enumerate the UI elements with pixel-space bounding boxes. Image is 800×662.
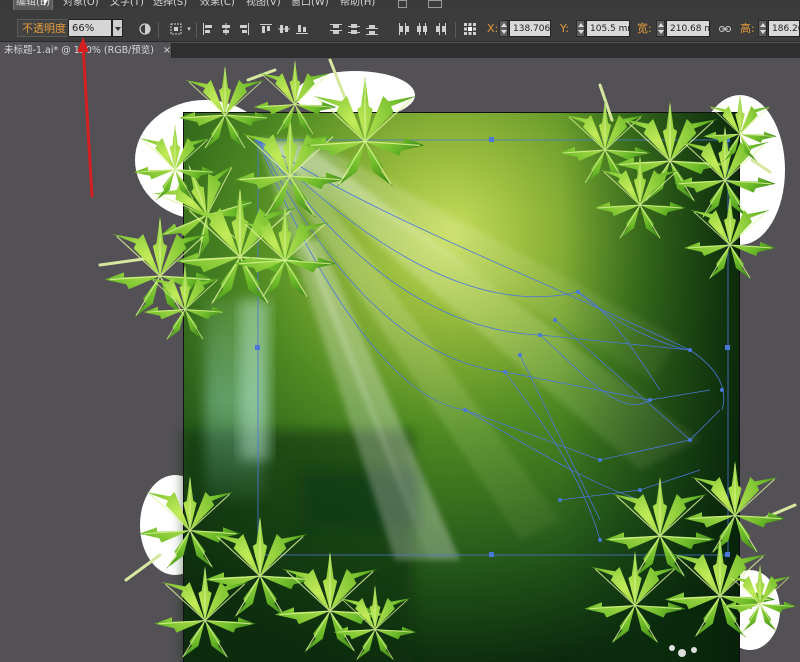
menu-window[interactable]: 窗口(W) [291,0,329,10]
width-spinner[interactable] [656,20,665,37]
opacity-dropdown-button[interactable] [112,19,123,37]
mouse-cursor-icon [44,0,49,6]
height-input[interactable]: 186.20 [768,20,800,37]
artboard-canvas[interactable] [0,58,800,662]
menu-help[interactable]: 帮助(H) [340,0,375,10]
menu-select[interactable]: 选择(S) [153,0,187,10]
arrange-documents-icon[interactable] [428,0,442,8]
document-tab-bar: 未标题-1.ai* @ 150% (RGB/预览) × [0,43,800,58]
align-menu-chevron-icon[interactable]: ▾ [186,23,192,35]
vertical-distribute-bottom-icon[interactable] [366,23,378,35]
height-label: 高: [740,22,755,35]
vertical-align-bottom-icon[interactable] [296,23,308,35]
vertical-align-top-icon[interactable] [260,23,272,35]
document-tab-title: 未标题-1.ai* @ 150% (RGB/预览) [4,45,155,56]
y-input[interactable]: 105.5 mm [586,20,630,37]
recolor-artwork-icon[interactable] [139,23,151,35]
horizontal-distribute-right-icon[interactable] [434,23,446,35]
vertical-distribute-center-icon[interactable] [348,23,360,35]
opacity-label[interactable]: 不透明度 [17,19,71,37]
x-spinner[interactable] [499,20,508,37]
constrain-proportions-link-icon[interactable] [719,23,731,35]
opacity-input[interactable]: 66% [68,19,112,37]
bridge-icon[interactable] [398,0,407,8]
width-label: 宽: [637,22,652,35]
horizontal-align-center-icon[interactable] [220,23,232,35]
align-to-selection-icon[interactable] [170,23,182,35]
menu-type[interactable]: 文字(T) [110,0,144,10]
horizontal-align-right-icon[interactable] [238,23,250,35]
reference-point-icon[interactable] [463,22,477,36]
close-tab-icon[interactable]: × [162,43,172,58]
horizontal-distribute-center-icon[interactable] [416,23,428,35]
vertical-distribute-top-icon[interactable] [330,23,342,35]
x-label: X: [487,22,499,35]
menu-object[interactable]: 对象(O) [63,0,99,10]
document-tab[interactable]: 未标题-1.ai* @ 150% (RGB/预览) [0,43,172,58]
control-bar: 不透明度 66% ▾ X: 138.706 Y: 105.5 m 宽: 210.… [0,10,800,42]
y-spinner[interactable] [576,20,585,37]
height-spinner[interactable] [758,20,767,37]
menu-effect[interactable]: 效果(C) [200,0,235,10]
horizontal-distribute-left-icon[interactable] [398,23,410,35]
x-input[interactable]: 138.706 [509,20,551,37]
menu-bar: 编辑(E) 对象(O) 文字(T) 选择(S) 效果(C) 视图(V) 窗口(W… [0,0,800,10]
artwork-svg [98,58,798,662]
horizontal-align-left-icon[interactable] [202,23,214,35]
width-input[interactable]: 210.68 m [666,20,710,37]
vertical-align-center-icon[interactable] [278,23,290,35]
menu-view[interactable]: 视图(V) [246,0,281,10]
y-label: Y: [560,22,569,35]
